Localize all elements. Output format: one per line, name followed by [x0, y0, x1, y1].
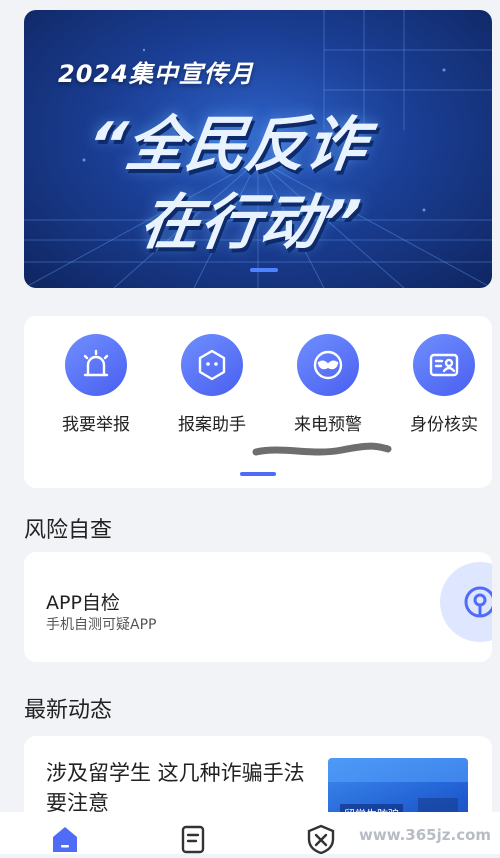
identity-verify-label: 身份核实: [410, 415, 478, 435]
risk-check-heading: 风险自查: [24, 518, 113, 543]
report-doc-icon: [181, 825, 205, 854]
call-warning-label: 来电预警: [294, 415, 362, 435]
banner-carousel-indicator: [250, 268, 278, 272]
nav-report[interactable]: [178, 824, 208, 858]
identity-verify-button[interactable]: 身份核实: [394, 334, 494, 435]
news-item-title: 涉及留学生 这几种诈骗手法要注意: [46, 761, 305, 815]
banner-headline: “全民反诈 在行动”: [71, 106, 453, 262]
quick-actions-card: 我要举报 报案助手 来电预警 身份核实: [24, 316, 492, 488]
case-assistant-label: 报案助手: [178, 415, 246, 435]
app-self-check-subtitle: 手机自测可疑APP: [46, 617, 157, 633]
nav-protection[interactable]: [305, 824, 337, 858]
latest-news-heading: 最新动态: [24, 698, 113, 723]
report-button[interactable]: 我要举报: [46, 334, 146, 435]
id-card-icon: [413, 334, 475, 396]
shield-cross-icon: [307, 824, 335, 855]
handwritten-scribble-mark: [252, 442, 392, 456]
case-assistant-button[interactable]: 报案助手: [162, 334, 262, 435]
app-self-check-card[interactable]: APP自检 手机自测可疑APP: [24, 552, 492, 662]
report-label: 我要举报: [62, 415, 130, 435]
site-watermark: www.365jz.com: [356, 826, 495, 844]
banner-headline-line1: “全民反诈: [82, 110, 372, 180]
nav-home[interactable]: [50, 824, 80, 858]
robot-face-icon: [181, 334, 243, 396]
banner-headline-line2: 在行动”: [135, 188, 365, 258]
campaign-banner[interactable]: 2024集中宣传月 “全民反诈 在行动”: [24, 10, 492, 288]
home-icon: [53, 827, 77, 852]
alarm-light-icon: [65, 334, 127, 396]
actions-page-indicator: [240, 472, 276, 476]
mask-icon: [297, 334, 359, 396]
app-self-check-title: APP自检: [46, 592, 120, 614]
call-warning-button[interactable]: 来电预警: [278, 334, 378, 435]
banner-subtitle: 2024集中宣传月: [58, 60, 254, 88]
scan-target-icon: [464, 586, 492, 618]
